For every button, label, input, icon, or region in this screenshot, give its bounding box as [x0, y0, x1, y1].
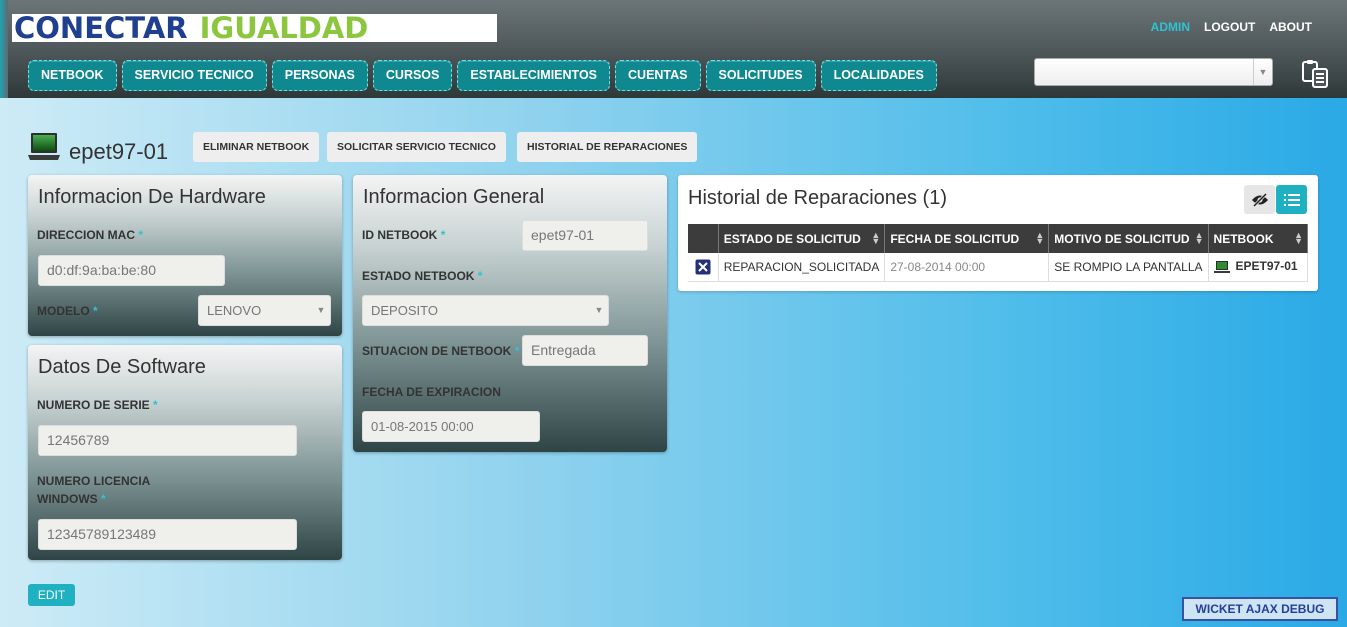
delete-icon[interactable]: [688, 253, 719, 282]
column-netbook[interactable]: NETBOOK ▲ ▼: [1208, 224, 1309, 253]
serie-field[interactable]: 12456789: [38, 425, 297, 456]
general-panel: Informacion General ID NETBOOK * epet97-…: [353, 175, 667, 452]
nav-establecimientos[interactable]: ESTABLECIMIENTOS: [457, 60, 611, 91]
nav-cursos[interactable]: CURSOS: [372, 60, 453, 91]
wicket-debug-link[interactable]: WICKET AJAX DEBUG: [1182, 597, 1338, 621]
header-edge: [0, 0, 8, 98]
hardware-title: Informacion De Hardware: [38, 186, 266, 208]
clipboard-icon[interactable]: [1300, 60, 1330, 88]
nav-localidades[interactable]: LOCALIDADES: [820, 60, 937, 91]
app-header: CONECTAR IGUALDAD ADMIN LOGOUT ABOUT NET…: [0, 0, 1347, 98]
nav-servicio-tecnico[interactable]: SERVICIO TECNICO: [121, 60, 267, 91]
page-title: epet97-01: [69, 139, 169, 164]
modelo-select[interactable]: LENOVO ▼: [198, 295, 331, 326]
column-motivo[interactable]: MOTIVO DE SOLICITUD ▲ ▼: [1048, 224, 1209, 253]
licencia-label: NUMERO LICENCIA WINDOWS *: [37, 474, 151, 506]
historial-table: ESTADO DE SOLICITUD ▲ ▼ FECHA DE SOLICITUD…: [688, 224, 1309, 282]
cell-motivo: SE ROMPIO LA PANTALLA: [1048, 253, 1209, 282]
situacion-field[interactable]: Entregada: [522, 335, 648, 366]
sort-icon: ▲ ▼: [1294, 230, 1303, 246]
header-select[interactable]: ▼: [1034, 58, 1273, 86]
column-select: [688, 224, 719, 253]
estado-select[interactable]: DEPOSITO ▼: [362, 295, 609, 326]
nav-solicitudes[interactable]: SOLICITUDES: [705, 60, 816, 91]
eye-slash-icon[interactable]: [1244, 185, 1275, 214]
list-icon[interactable]: [1276, 185, 1307, 214]
solicitar-servicio-button[interactable]: SOLICITAR SERVICIO TECNICO: [327, 132, 506, 162]
hardware-panel: Informacion De Hardware DIRECCION MAC * …: [28, 175, 342, 336]
serie-label: NUMERO DE SERIE *: [37, 398, 158, 412]
general-title: Informacion General: [363, 186, 545, 208]
cell-fecha: 27-08-2014 00:00: [884, 253, 1050, 282]
chevron-down-icon: ▼: [1253, 59, 1272, 85]
sort-icon: ▲ ▼: [1194, 230, 1204, 246]
mac-field[interactable]: d0:df:9a:ba:be:80: [38, 255, 225, 286]
estado-value: DEPOSITO: [371, 303, 438, 318]
cell-netbook[interactable]: EPET97-01: [1208, 253, 1309, 282]
software-title: Datos De Software: [38, 356, 206, 378]
software-panel: Datos De Software NUMERO DE SERIE * 1245…: [28, 345, 342, 560]
logout-link[interactable]: LOGOUT: [1204, 20, 1255, 34]
modelo-value: LENOVO: [207, 303, 262, 318]
logo[interactable]: CONECTAR IGUALDAD: [12, 14, 497, 42]
cell-estado: REPARACION_SOLICITADA: [718, 253, 886, 282]
nav-personas[interactable]: PERSONAS: [271, 60, 368, 91]
logo-text-2: IGUALDAD: [199, 14, 369, 42]
laptop-icon: [1213, 261, 1230, 274]
nav-cuentas[interactable]: CUENTAS: [615, 60, 701, 91]
historial-panel: Historial de Reparaciones (1) ESTADO DE …: [678, 175, 1318, 291]
chevron-down-icon: ▼: [316, 305, 326, 315]
estado-label: ESTADO NETBOOK *: [362, 269, 483, 283]
mac-label: DIRECCION MAC *: [37, 228, 144, 242]
fecha-label: FECHA DE EXPIRACION: [362, 385, 501, 399]
column-estado[interactable]: ESTADO DE SOLICITUD ▲ ▼: [718, 224, 886, 253]
column-fecha[interactable]: FECHA DE SOLICITUD ▲ ▼: [884, 224, 1050, 253]
main-nav: NETBOOK SERVICIO TECNICO PERSONAS CURSOS…: [28, 60, 937, 91]
historial-reparaciones-button[interactable]: HISTORIAL DE REPARACIONES: [517, 132, 698, 162]
eliminar-netbook-button[interactable]: ELIMINAR NETBOOK: [193, 132, 320, 162]
logo-text-1: CONECTAR: [14, 14, 188, 42]
sort-icon: ▲ ▼: [871, 230, 881, 246]
historial-title: Historial de Reparaciones (1): [688, 187, 948, 209]
about-link[interactable]: ABOUT: [1269, 20, 1312, 34]
nav-netbook[interactable]: NETBOOK: [28, 60, 117, 91]
id-label: ID NETBOOK *: [362, 228, 446, 242]
modelo-label: MODELO *: [37, 304, 98, 318]
laptop-icon: [28, 131, 60, 163]
sort-icon: ▲ ▼: [1035, 230, 1045, 246]
fecha-field[interactable]: 01-08-2015 00:00: [362, 411, 540, 442]
edit-button[interactable]: EDIT: [28, 584, 75, 606]
table-row: REPARACION_SOLICITADA 27-08-2014 00:00 S…: [688, 253, 1309, 282]
admin-link[interactable]: ADMIN: [1151, 20, 1190, 34]
licencia-field[interactable]: 12345789123489: [38, 519, 297, 550]
id-field[interactable]: epet97-01: [522, 220, 648, 251]
situacion-label: SITUACION DE NETBOOK *: [362, 344, 520, 358]
chevron-down-icon: ▼: [594, 305, 604, 315]
top-links: ADMIN LOGOUT ABOUT: [1151, 20, 1312, 34]
table-header-row: ESTADO DE SOLICITUD ▲ ▼ FECHA DE SOLICITUD…: [688, 224, 1309, 253]
